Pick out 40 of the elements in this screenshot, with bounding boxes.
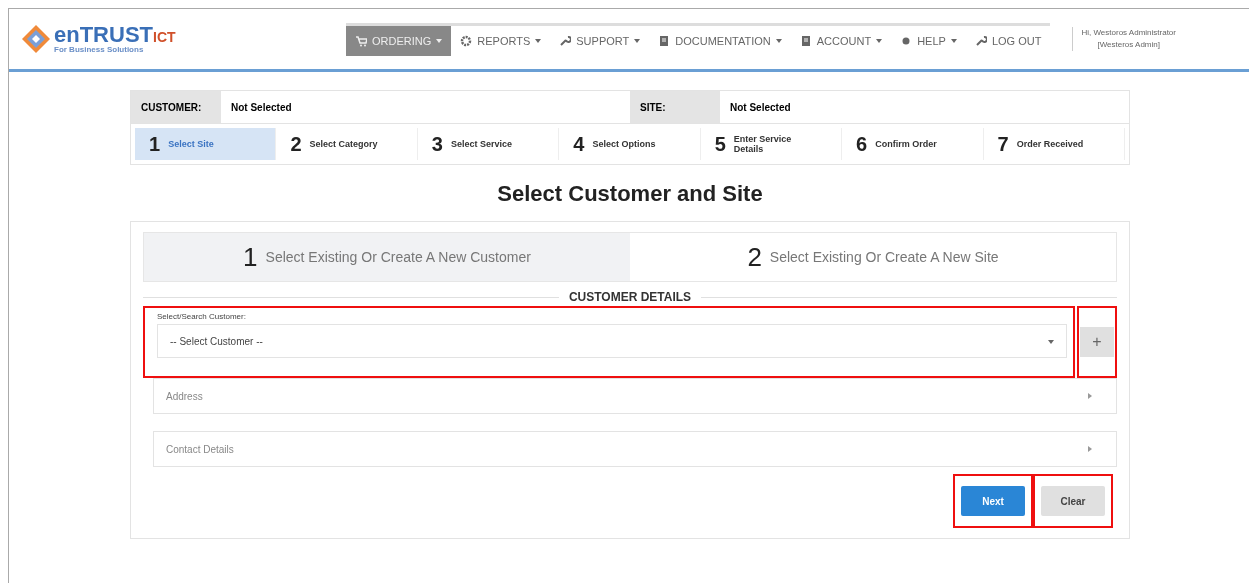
summary-value: Not Selected xyxy=(230,100,293,115)
add-button[interactable]: + xyxy=(1080,327,1114,357)
wizard-step[interactable]: 2 Select Category xyxy=(276,128,418,160)
summary-label: CUSTOMER: xyxy=(131,91,221,123)
chevron-icon xyxy=(1088,446,1092,452)
logo-icon xyxy=(21,24,51,54)
brand-tagline: For Business Solutions xyxy=(54,46,145,54)
wrench-icon xyxy=(974,34,987,47)
page-title: Select Customer and Site xyxy=(496,181,764,207)
nav-menu-item[interactable]: DOCUMENTATION xyxy=(649,25,791,56)
wizard-step[interactable]: 3 Select Service xyxy=(417,128,560,160)
wizard-step[interactable]: 6 Confirm Order xyxy=(842,128,984,160)
brand-name: enTRUSTICT xyxy=(54,24,176,46)
nav-menu-item[interactable]: LOG OUT xyxy=(965,25,1051,56)
wizard-step[interactable]: 1 Select Site xyxy=(135,128,277,160)
book-icon xyxy=(658,34,671,47)
substep-tab[interactable]: 1 Select Existing Or Create A New Customer xyxy=(144,233,630,281)
user-role: [Westeros Admin] xyxy=(1096,39,1161,51)
nav-menu-item[interactable]: HELP xyxy=(891,25,966,56)
book-icon xyxy=(799,34,812,47)
collapsible-panel[interactable]: Contact Details xyxy=(153,431,1117,467)
cart-icon xyxy=(355,34,367,47)
substep-tab[interactable]: 2 Select Existing Or Create A New Site xyxy=(630,233,1116,281)
clear-button[interactable]: Clear xyxy=(1041,486,1105,516)
nav-menu-item[interactable]: SUPPORT xyxy=(550,25,650,56)
nav-menu-item[interactable]: ACCOUNT xyxy=(790,25,892,56)
next-button[interactable]: Next xyxy=(961,486,1025,516)
wizard-step[interactable]: 4 Select Options xyxy=(559,128,701,160)
summary-label: SITE: xyxy=(630,91,720,123)
user-greeting: Hi, Westoros Administrator xyxy=(1081,27,1176,39)
nav-menu-item[interactable]: REPORTS xyxy=(451,25,551,56)
section-title: CUSTOMER DETAILS xyxy=(568,290,692,304)
wrench-icon xyxy=(559,34,572,47)
collapsible-panel[interactable]: Address xyxy=(153,378,1117,414)
chevron-icon xyxy=(1088,393,1092,399)
wizard-step[interactable]: 7 Order Received xyxy=(983,128,1125,160)
gear-icon xyxy=(460,34,473,47)
customer-dropdown[interactable]: -- Select Customer -- xyxy=(157,324,1067,358)
field-label: Select/Search Customer: xyxy=(157,312,247,321)
summary-value: Not Selected xyxy=(729,100,792,115)
